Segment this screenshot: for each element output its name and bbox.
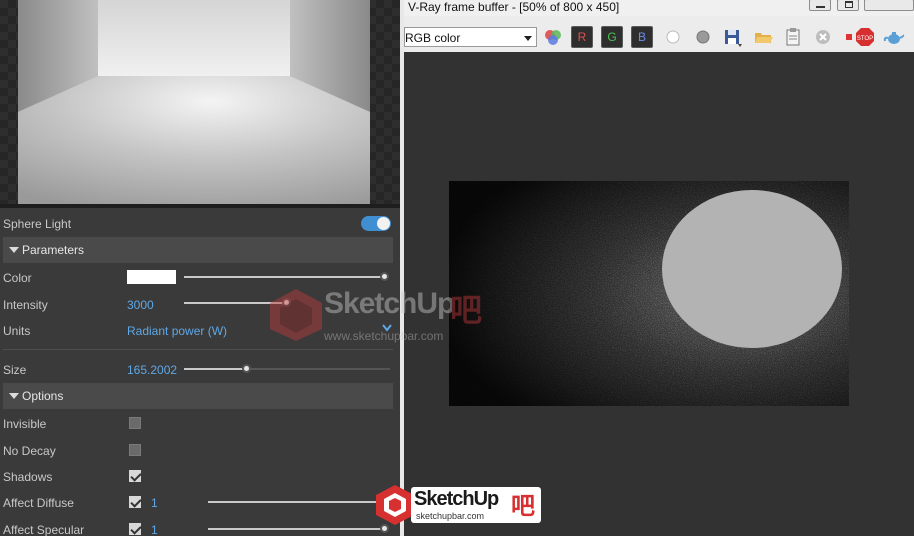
vray-frame-buffer-window: V-Ray frame buffer - [50% of 800 x 450] … [404,0,914,536]
size-slider-track-rest[interactable] [248,368,390,370]
close-button[interactable] [864,0,914,11]
light-editor-panel: Sphere Light Parameters Color Intensity … [0,0,400,536]
save-icon[interactable] [721,26,743,48]
affect-specular-label: Affect Specular [3,523,85,536]
white-circle-icon[interactable] [662,26,684,48]
affect-diffuse-slider-track[interactable] [208,501,388,503]
parameters-section-title: Parameters [22,243,85,257]
clipboard-icon[interactable] [782,26,804,48]
minimize-button[interactable] [809,0,831,11]
section-divider [3,349,393,350]
stop-icon[interactable]: STOP [854,26,876,48]
blue-channel-button[interactable]: B [631,26,653,48]
options-section-title: Options [22,389,64,403]
watermark-badge-suffix: 吧 [511,492,535,520]
watermark-brand-text: SketchUp [324,287,455,320]
light-enabled-toggle[interactable] [361,216,391,231]
units-label: Units [3,324,31,338]
no-decay-label: No Decay [3,444,56,458]
red-channel-button[interactable]: R [571,26,593,48]
watermark-badge-background: SketchUp 吧 sketchupbar.com [411,487,541,523]
channel-select-value: RGB color [405,31,461,45]
invisible-label: Invisible [3,417,47,431]
sketchup-logo-icon [270,289,322,341]
shadows-row: Shadows [0,464,396,490]
size-slider-knob[interactable] [242,364,251,373]
color-label: Color [3,271,32,285]
color-swatch[interactable] [127,270,176,284]
material-preview [0,0,400,208]
clear-icon[interactable] [812,26,834,48]
watermark-url-text: www.sketchupbar.com [324,329,444,343]
maximize-button[interactable] [837,0,859,11]
size-row: Size 165.2002 [0,357,396,383]
color-slider-track[interactable] [184,276,386,278]
minimize-icon [816,6,825,8]
affect-diffuse-checkbox[interactable] [129,496,141,508]
green-channel-button[interactable]: G [601,26,623,48]
affect-specular-value[interactable]: 1 [151,523,158,536]
parameters-section-header[interactable]: Parameters [3,237,393,263]
open-folder-icon[interactable] [752,26,774,48]
no-decay-row: No Decay [0,438,396,464]
affect-diffuse-row: Affect Diffuse 1 [0,490,396,516]
size-slider-track-fill[interactable] [184,368,248,370]
watermark-suffix-text: 吧 [450,291,483,329]
light-header-row: Sphere Light [0,211,396,237]
watermark-badge: SketchUp 吧 sketchupbar.com [375,484,541,528]
vfb-title-bar: V-Ray frame buffer - [50% of 800 x 450] [404,0,914,16]
affect-diffuse-label: Affect Diffuse [3,496,74,510]
maximize-icon [845,1,853,8]
sphere-light-shape [662,190,842,348]
units-dropdown[interactable]: Radiant power (W) [127,324,227,338]
vfb-toolbar: RGB color R G B STOP [404,16,914,52]
watermark-badge-url: sketchupbar.com [416,511,485,521]
channel-select[interactable]: RGB color [404,27,537,47]
affect-diffuse-value[interactable]: 1 [151,496,158,510]
no-decay-checkbox[interactable] [129,444,141,456]
expand-triangle-icon [9,393,19,399]
affect-specular-row: Affect Specular 1 [0,517,396,536]
teapot-icon[interactable] [883,26,905,48]
size-label: Size [3,363,27,377]
intensity-value[interactable]: 3000 [127,298,154,312]
watermark-badge-brand: SketchUp [414,488,499,510]
light-name: Sphere Light [3,217,72,231]
affect-specular-slider-track[interactable] [208,528,388,530]
expand-triangle-icon [9,247,19,253]
preview-divider [0,204,400,208]
invisible-row: Invisible [0,411,396,437]
affect-specular-checkbox[interactable] [129,523,141,535]
svg-text:STOP: STOP [857,36,873,42]
dropdown-arrow-icon [524,36,532,41]
shadows-label: Shadows [3,470,53,484]
preview-render-image [18,0,370,204]
shadows-checkbox[interactable] [129,470,141,482]
intensity-label: Intensity [3,298,48,312]
invisible-checkbox[interactable] [129,417,141,429]
options-section-header[interactable]: Options [3,383,393,409]
vfb-title-text: V-Ray frame buffer - [50% of 800 x 450] [408,0,620,14]
size-value[interactable]: 165.2002 [127,363,177,377]
color-correction-icon[interactable] [542,26,564,48]
render-image [449,181,849,406]
sketchup-logo-icon [376,485,414,525]
color-slider-knob[interactable] [380,272,389,281]
gray-circle-icon[interactable] [692,26,714,48]
